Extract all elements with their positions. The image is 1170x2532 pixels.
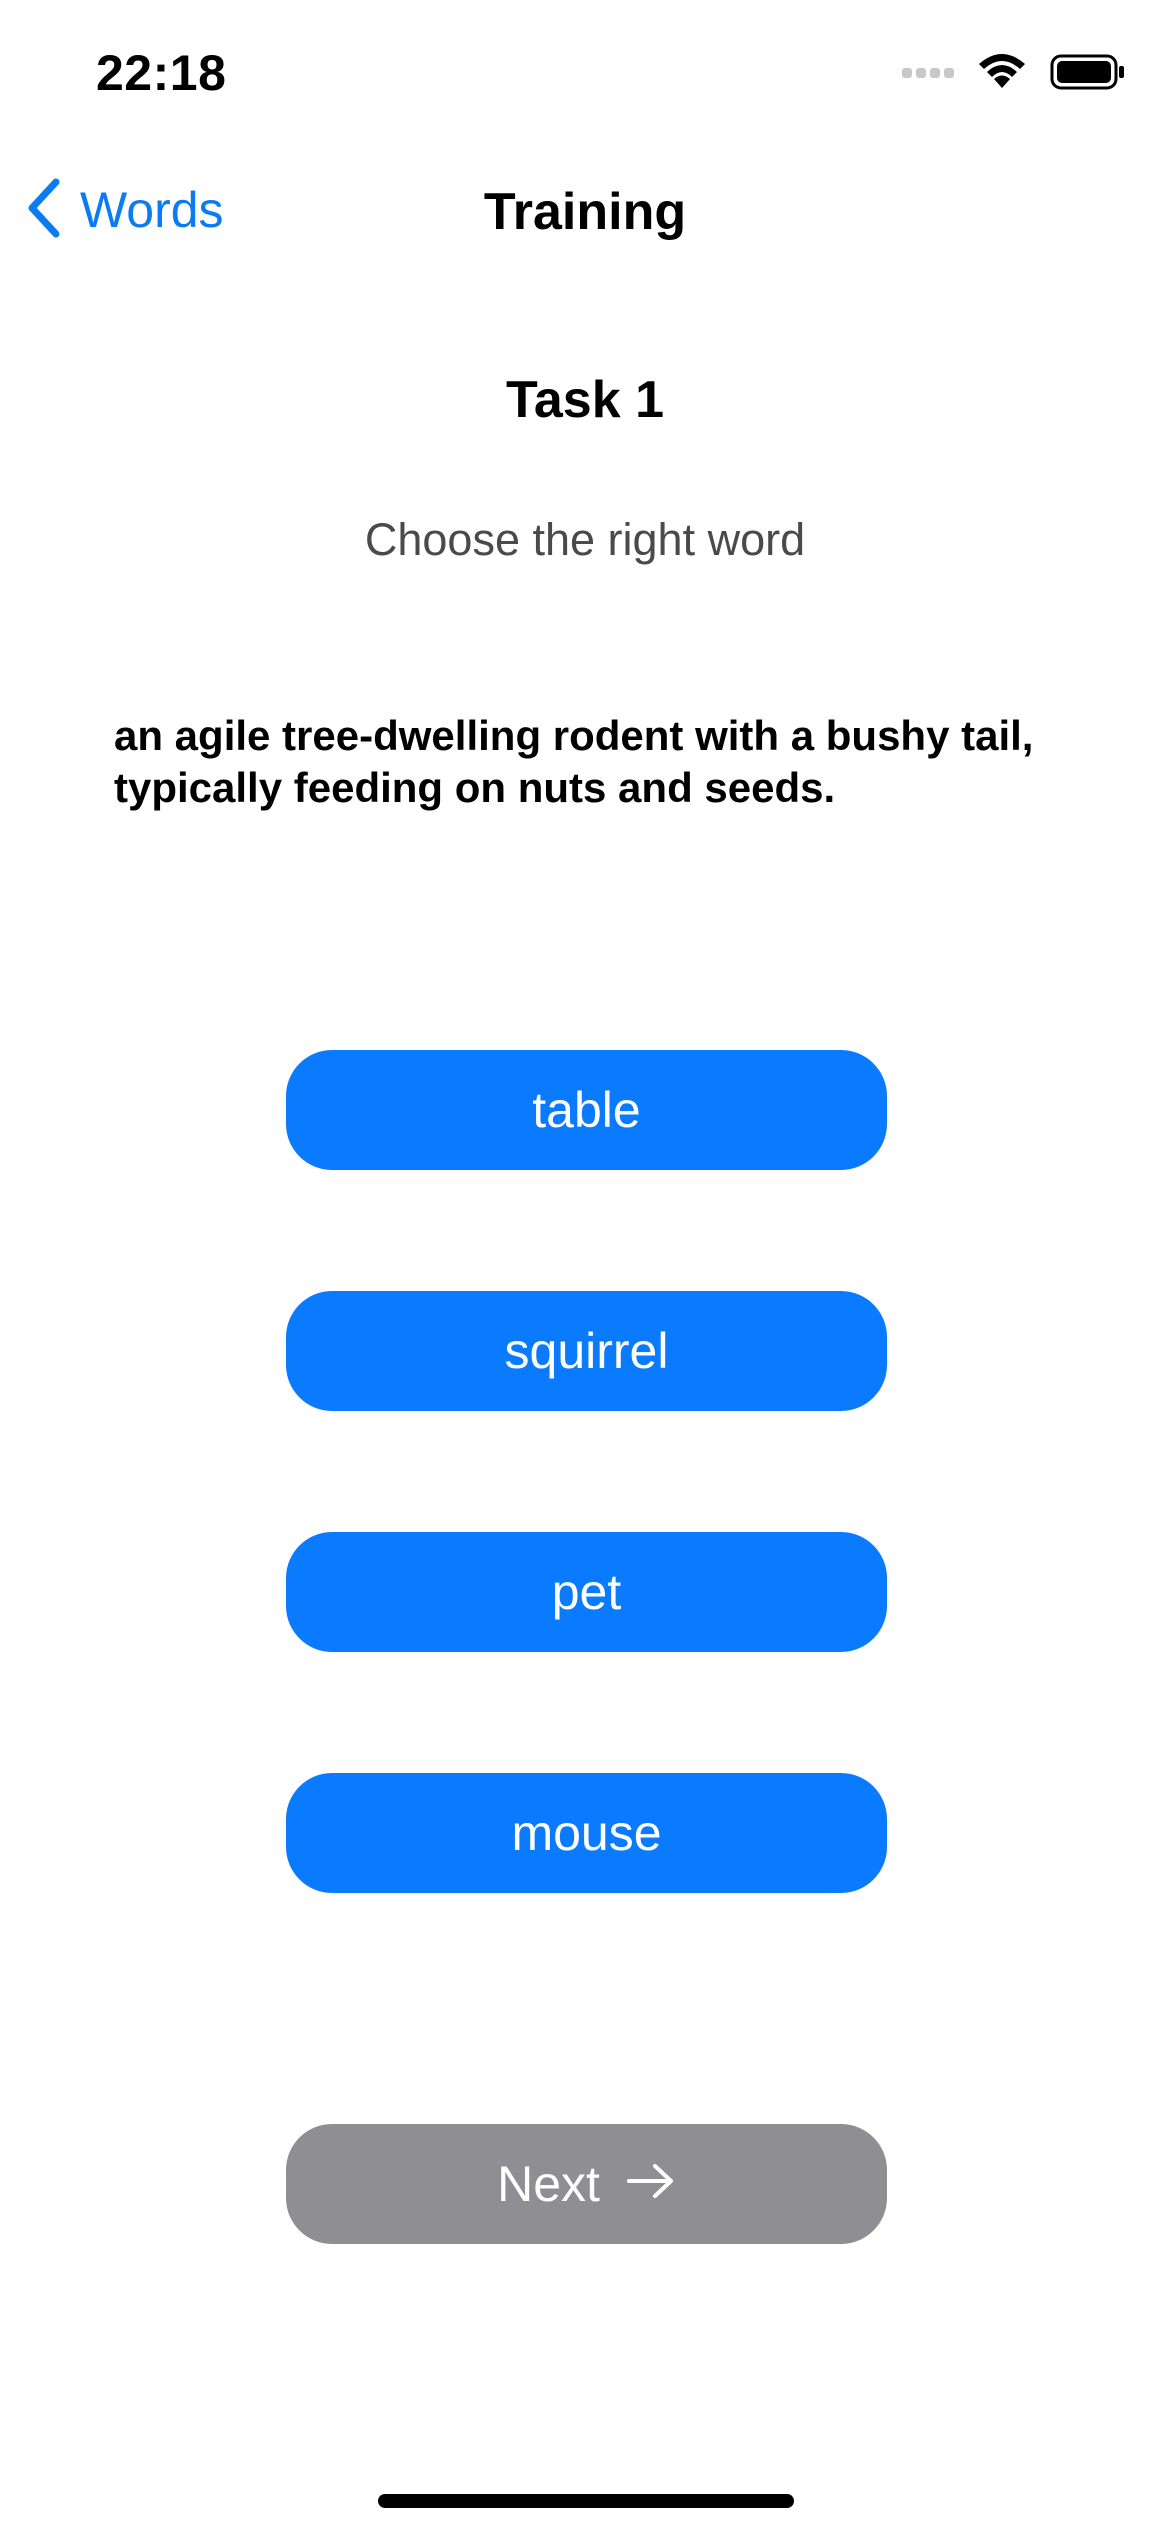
wifi-icon <box>976 52 1028 97</box>
option-button-squirrel[interactable]: squirrel <box>286 1291 887 1411</box>
status-icons <box>902 52 1126 97</box>
navigation-bar: Words Training <box>0 160 1170 260</box>
option-button-table[interactable]: table <box>286 1050 887 1170</box>
task-title: Task 1 <box>505 371 665 429</box>
nav-title: Training <box>483 183 687 241</box>
arrow-right-icon <box>626 2155 676 2213</box>
task-subtitle: Choose the right word <box>364 514 806 565</box>
next-button[interactable]: Next <box>286 2124 887 2244</box>
cellular-signal-icon <box>902 65 954 84</box>
next-button-label: Next <box>497 2156 600 2212</box>
option-button-mouse[interactable]: mouse <box>286 1773 887 1893</box>
home-indicator <box>378 2494 794 2508</box>
word-definition: an agile tree-dwelling rodent with a bus… <box>114 712 1034 811</box>
status-bar: 22:18 <box>0 0 1170 150</box>
status-time: 22:18 <box>96 45 227 101</box>
option-button-pet[interactable]: pet <box>286 1532 887 1652</box>
battery-icon <box>1050 53 1126 96</box>
